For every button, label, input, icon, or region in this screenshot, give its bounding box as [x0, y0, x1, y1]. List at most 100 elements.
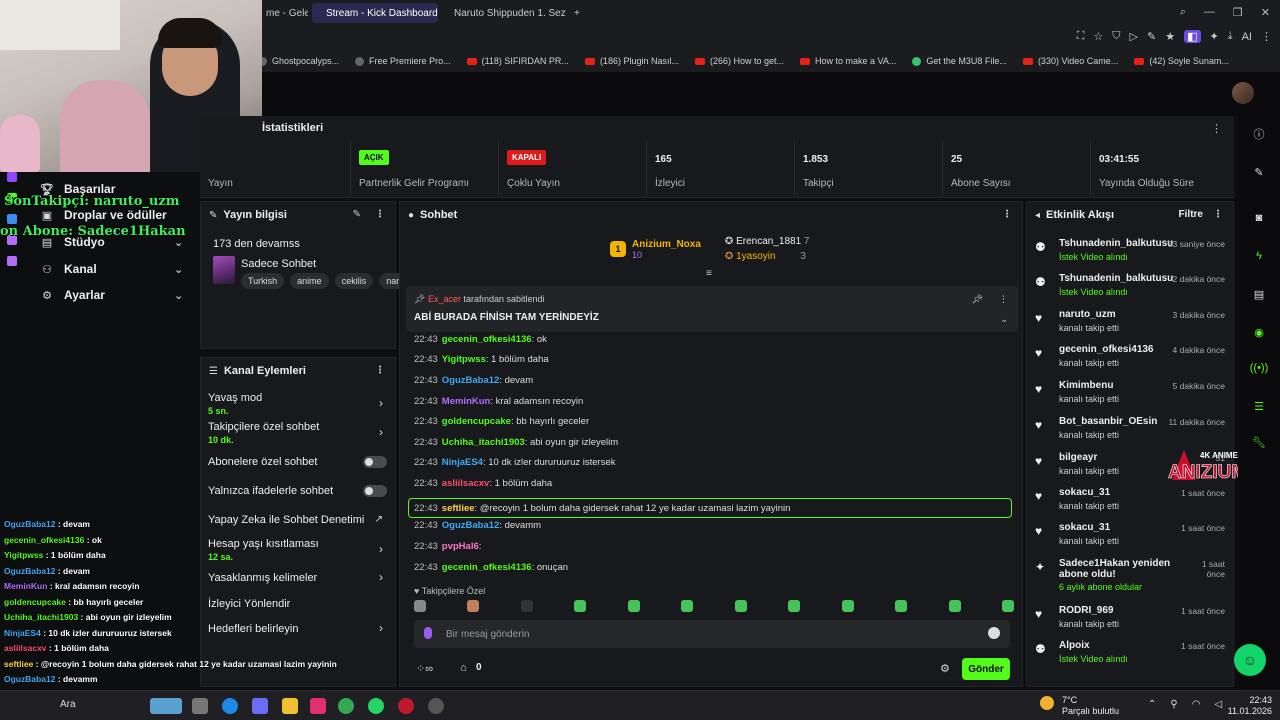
more-icon[interactable]: ⋮ [1211, 122, 1222, 135]
shield-icon[interactable]: ⛉ [1112, 30, 1120, 43]
copilot-icon[interactable] [252, 698, 268, 714]
lightning-icon[interactable]: ϟ [1251, 248, 1267, 264]
infinity-icon[interactable]: ⁘∞ [416, 662, 433, 675]
leaderboard-third[interactable]: ✪ 1yasoyin 3 [725, 251, 806, 262]
star-icon[interactable]: ★ [1165, 30, 1175, 43]
activity-user[interactable]: Kimimbenu [1059, 380, 1113, 391]
action-account-age[interactable]: Hesap yaşı kısıtlaması 12 sa. [208, 538, 319, 562]
external-link-icon[interactable]: ↗ [375, 514, 383, 525]
message-username[interactable]: OguzBaba12 [442, 520, 500, 531]
chevron-down-icon[interactable]: ⌄ [1000, 314, 1008, 325]
message-username[interactable]: pvpHal6 [442, 541, 479, 552]
emoji-icon[interactable] [988, 627, 1000, 639]
chevron-right-icon[interactable]: › [379, 425, 383, 439]
tag[interactable]: anime [290, 273, 329, 289]
broadcast-icon[interactable]: ((•)) [1250, 360, 1269, 376]
download-icon[interactable]: ⤓ [1228, 30, 1233, 43]
message-username[interactable]: Uchiha_itachi1903 [442, 437, 525, 448]
wrench-icon[interactable]: 🔧︎ [1251, 434, 1267, 450]
folder-icon[interactable] [282, 698, 298, 714]
chevron-right-icon[interactable]: › [379, 621, 383, 635]
more-icon[interactable]: ⋮ [375, 209, 385, 220]
more-icon[interactable]: ⋮ [375, 365, 385, 376]
send-button[interactable]: Gönder [962, 658, 1010, 680]
bookmark-icon[interactable]: ☆ [1093, 30, 1103, 43]
message-username[interactable]: goldencupcake [442, 416, 511, 427]
leaderboard-second[interactable]: ✪ Erencan_1881 7 [725, 236, 810, 247]
emote-icon[interactable] [895, 600, 908, 612]
opera-icon[interactable] [398, 698, 414, 714]
filter-button[interactable]: Filtre [1179, 209, 1203, 220]
edge-icon[interactable] [222, 698, 238, 714]
bookmark-item[interactable]: (118) SIFIRDAN PR... [466, 56, 569, 66]
emote-icon[interactable] [414, 600, 426, 612]
widget-icon[interactable] [150, 698, 182, 714]
search-icon[interactable]: ⌕ [1180, 6, 1186, 19]
message-username[interactable]: OguzBaba12 [442, 375, 500, 386]
help-button[interactable]: ☺ [1234, 644, 1266, 676]
edit-icon[interactable]: ✎ [353, 209, 361, 220]
message-username[interactable]: gecenin_ofkesi4136 [442, 562, 532, 573]
emote-icon[interactable] [948, 600, 961, 612]
clock[interactable]: 22:43 11.01.2026 [1228, 695, 1272, 717]
volume-icon[interactable]: ◁ [1214, 699, 1222, 710]
menu-icon[interactable]: ⋮ [1261, 30, 1272, 43]
message-username[interactable]: MeminKun [442, 396, 491, 407]
pen-icon[interactable]: ✎ [1147, 30, 1156, 43]
action-set-goals[interactable]: Hedefleri belirleyin [208, 623, 299, 635]
emote-icon[interactable] [681, 600, 694, 612]
activity-user[interactable]: sokacu_31 [1059, 487, 1110, 498]
leaderboard-first[interactable]: 1 Anizium_Noxa 10 [610, 236, 701, 262]
chrome-icon[interactable] [338, 698, 354, 714]
emote-icon[interactable] [520, 600, 533, 612]
message-username[interactable]: gecenin_ofkesi4136 [442, 334, 532, 345]
wifi-icon[interactable]: ◠ [1192, 699, 1201, 710]
clipboard-icon[interactable]: ▤ [1251, 286, 1267, 302]
action-banned-words[interactable]: Yasaklanmış kelimeler [208, 572, 317, 584]
emote-icon[interactable] [467, 600, 480, 612]
sidebar-item-drops[interactable]: ▣ Droplar ve ödüller [40, 208, 167, 222]
search-label[interactable]: Ara [60, 699, 76, 710]
sidebar-item-channel[interactable]: ⚇ Kanal ⌄ [40, 262, 183, 276]
obs-icon[interactable] [428, 698, 444, 714]
more-icon[interactable]: ⋮ [1213, 209, 1223, 220]
ai-button[interactable]: AI [1242, 31, 1252, 43]
instagram-icon[interactable] [310, 698, 326, 714]
chevron-right-icon[interactable]: › [379, 396, 383, 410]
action-raid[interactable]: İzleyici Yönlendir [208, 598, 290, 610]
play-icon[interactable]: ▷ [1130, 30, 1138, 43]
puzzle-icon[interactable]: ✦ [1210, 30, 1219, 43]
camera-icon[interactable]: ◙ [1251, 210, 1267, 226]
activity-user[interactable]: gecenin_ofkesi4136 [1059, 344, 1154, 355]
whatsapp-icon[interactable] [368, 698, 384, 714]
new-tab-button[interactable]: + [566, 3, 586, 23]
scroll-down-icon[interactable]: ≡ [706, 268, 712, 279]
bookmark-item[interactable]: How to make a VA... [800, 56, 896, 66]
subscribers-only-toggle[interactable] [363, 456, 387, 468]
tab-gele[interactable]: me - Gele [258, 3, 308, 23]
emote-icon[interactable] [734, 600, 747, 612]
bookmark-item[interactable]: Ghostpocalyps... [258, 56, 339, 66]
minimize-icon[interactable]: — [1204, 6, 1215, 19]
bookmark-item[interactable]: (266) How to get... [694, 56, 784, 66]
bookmark-item[interactable]: (42) Soyle Sunam... [1134, 56, 1229, 66]
sidebar-item-settings[interactable]: ⚙ Ayarlar ⌄ [40, 288, 183, 302]
activity-user[interactable]: naruto_uzm [1059, 309, 1116, 320]
info-icon[interactable]: ⓘ [1251, 126, 1267, 142]
message-username[interactable]: NinjaES4 [442, 457, 483, 468]
microphone-icon[interactable] [424, 627, 432, 639]
screenshot-icon[interactable]: ⛶ [1077, 30, 1085, 43]
emote-icon[interactable] [841, 600, 854, 612]
message-username[interactable]: asliilsacxv [442, 478, 490, 489]
bookmark-item[interactable]: Get the M3U8 File... [912, 56, 1007, 66]
task-view-icon[interactable] [192, 698, 208, 714]
chevron-right-icon[interactable]: › [379, 570, 383, 584]
more-icon[interactable]: ⋮ [1002, 209, 1012, 220]
chat-input[interactable] [446, 624, 966, 644]
extension-icon[interactable]: ◧ [1184, 30, 1201, 43]
chevron-up-icon[interactable]: ⌃ [1148, 699, 1156, 710]
activity-user[interactable]: RODRI_969 [1059, 605, 1113, 616]
pin-icon[interactable]: 📌︎ [972, 294, 983, 305]
emote-only-toggle[interactable] [363, 485, 387, 497]
restore-icon[interactable]: ❐ [1233, 6, 1243, 19]
